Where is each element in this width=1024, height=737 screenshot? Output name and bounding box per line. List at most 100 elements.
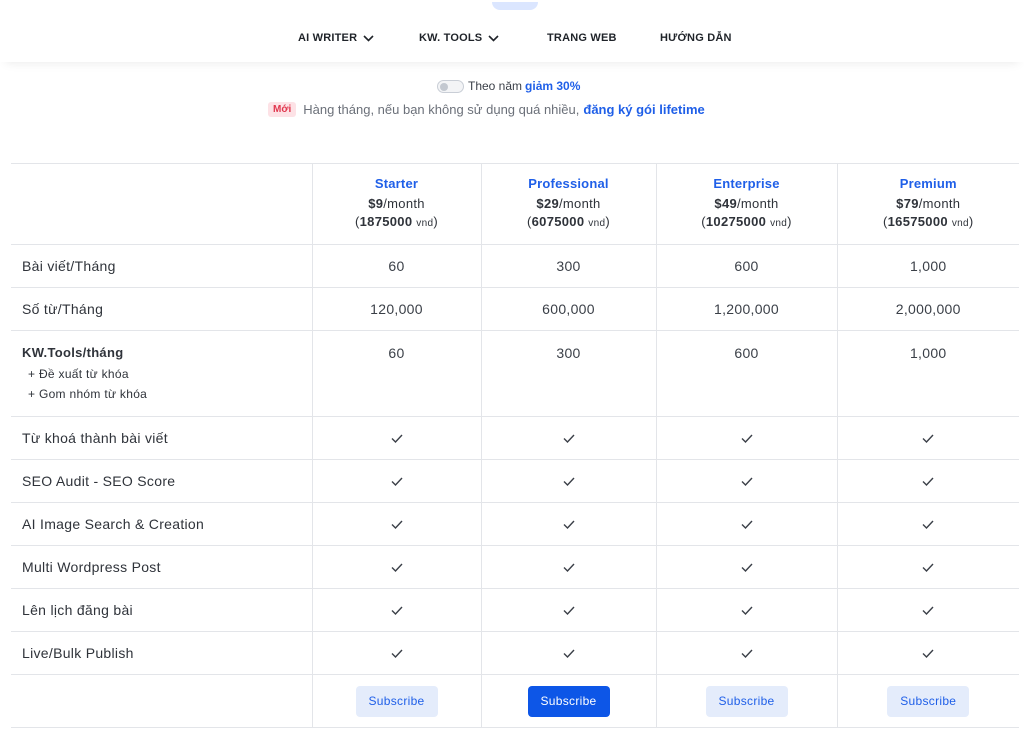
- check-icon: [391, 563, 403, 572]
- lifetime-notice: Mới Hàng tháng, nếu bạn không sử dụng qu…: [268, 100, 705, 118]
- nav-huong-dan-label: HƯỚNG DẪN: [660, 32, 732, 44]
- table-row: AI Image Search & Creation: [11, 502, 1019, 546]
- check-icon: [563, 520, 575, 529]
- nav-ai-writer-label: AI WRITER: [298, 32, 358, 44]
- row-label: Số từ/Tháng: [11, 287, 312, 331]
- nav-trang-web[interactable]: TRANG WEB: [547, 30, 617, 46]
- check-icon: [391, 606, 403, 615]
- row-label: Từ khoá thành bài viết: [11, 416, 312, 460]
- table-row: Multi Wordpress Post: [11, 545, 1019, 589]
- toggle-knob: [440, 82, 448, 91]
- subscribe-cell: Subscribe: [655, 674, 837, 728]
- nav-ai-writer[interactable]: AI WRITER: [298, 30, 374, 46]
- plan-name: Starter: [374, 175, 419, 191]
- nav-kw-tools[interactable]: KW. TOOLS: [419, 30, 499, 46]
- subscribe-cell: Subscribe: [836, 674, 1019, 728]
- check-icon: [391, 434, 403, 443]
- check-cell: [311, 416, 481, 460]
- check-icon: [563, 649, 575, 658]
- check-cell: [480, 545, 656, 589]
- plan-premium: Premium $79/month (16575000 vnd): [836, 163, 1019, 245]
- row-label: Lên lịch đăng bài: [11, 588, 312, 632]
- nav-huong-dan[interactable]: HƯỚNG DẪN: [660, 30, 732, 46]
- lifetime-link[interactable]: đăng ký gói lifetime: [583, 102, 704, 117]
- row-value: 600: [655, 244, 837, 288]
- row-value: 300: [480, 244, 656, 288]
- check-cell: [836, 631, 1019, 675]
- empty-cell: [11, 674, 312, 728]
- check-cell: [480, 631, 656, 675]
- billing-toggle-row: Theo năm giảm 30%: [437, 78, 580, 94]
- plan-vnd: (1875000 vnd): [355, 213, 438, 229]
- check-icon: [391, 520, 403, 529]
- check-icon: [741, 477, 753, 486]
- check-cell: [836, 588, 1019, 632]
- check-cell: [836, 459, 1019, 503]
- check-cell: [655, 631, 837, 675]
- row-value: 600: [655, 330, 837, 417]
- subscribe-professional-button[interactable]: Subscribe: [527, 685, 610, 717]
- check-icon: [741, 520, 753, 529]
- check-icon: [741, 434, 753, 443]
- nav-trang-web-label: TRANG WEB: [547, 32, 617, 44]
- pricing-table: Starter $9/month (1875000 vnd) Professio…: [11, 163, 1019, 728]
- yearly-label: Theo năm: [468, 79, 523, 93]
- subscribe-enterprise-button[interactable]: Subscribe: [705, 685, 788, 717]
- row-value: 2,000,000: [836, 287, 1019, 331]
- check-cell: [480, 588, 656, 632]
- row-value: 60: [311, 330, 481, 417]
- check-cell: [836, 416, 1019, 460]
- yearly-toggle[interactable]: [437, 79, 464, 93]
- table-row: Bài viết/Tháng 60 300 600 1,000: [11, 244, 1019, 288]
- plan-name: Enterprise: [713, 175, 780, 191]
- check-icon: [563, 434, 575, 443]
- chevron-down-icon: [488, 34, 499, 42]
- row-value: 60: [311, 244, 481, 288]
- check-icon: [922, 563, 934, 572]
- check-cell: [311, 545, 481, 589]
- check-icon: [391, 649, 403, 658]
- empty-header-cell: [11, 163, 312, 245]
- check-cell: [655, 588, 837, 632]
- table-row: Lên lịch đăng bài: [11, 588, 1019, 632]
- table-row: Số từ/Tháng 120,000 600,000 1,200,000 2,…: [11, 287, 1019, 331]
- check-icon: [922, 434, 934, 443]
- row-label: Bài viết/Tháng: [11, 244, 312, 288]
- row-value: 1,000: [836, 244, 1019, 288]
- row-label: AI Image Search & Creation: [11, 502, 312, 546]
- row-value: 300: [480, 330, 656, 417]
- plan-vnd: (6075000 vnd): [527, 213, 610, 229]
- check-cell: [480, 502, 656, 546]
- plan-header-row: Starter $9/month (1875000 vnd) Professio…: [11, 163, 1019, 245]
- check-cell: [311, 459, 481, 503]
- table-row: SEO Audit - SEO Score: [11, 459, 1019, 503]
- plan-price: $29/month: [536, 195, 601, 211]
- kw-tools-title: KW.Tools/tháng: [22, 345, 124, 360]
- row-value: 1,000: [836, 330, 1019, 417]
- plan-price: $49/month: [714, 195, 779, 211]
- check-cell: [655, 416, 837, 460]
- check-icon: [922, 477, 934, 486]
- plan-starter: Starter $9/month (1875000 vnd): [311, 163, 481, 245]
- subscribe-starter-button[interactable]: Subscribe: [355, 685, 438, 717]
- check-icon: [563, 477, 575, 486]
- check-cell: [836, 545, 1019, 589]
- plan-enterprise: Enterprise $49/month (10275000 vnd): [655, 163, 837, 245]
- row-value: 120,000: [311, 287, 481, 331]
- top-navbar: AI WRITER KW. TOOLS TRANG WEB HƯỚNG DẪN: [0, 0, 1024, 62]
- check-icon: [563, 606, 575, 615]
- subscribe-premium-button[interactable]: Subscribe: [887, 685, 970, 717]
- plan-professional: Professional $29/month (6075000 vnd): [480, 163, 656, 245]
- discount-label: giảm 30%: [525, 79, 581, 93]
- check-cell: [311, 502, 481, 546]
- row-label-kw-tools: KW.Tools/tháng + Đề xuất từ khóa + Gom n…: [11, 330, 312, 417]
- plan-vnd: (16575000 vnd): [883, 213, 974, 229]
- table-row: KW.Tools/tháng + Đề xuất từ khóa + Gom n…: [11, 330, 1019, 417]
- check-icon: [922, 520, 934, 529]
- plan-price: $9/month: [368, 195, 425, 211]
- table-row: Từ khoá thành bài viết: [11, 416, 1019, 460]
- check-icon: [391, 477, 403, 486]
- plan-price: $79/month: [896, 195, 961, 211]
- check-cell: [311, 631, 481, 675]
- check-icon: [922, 649, 934, 658]
